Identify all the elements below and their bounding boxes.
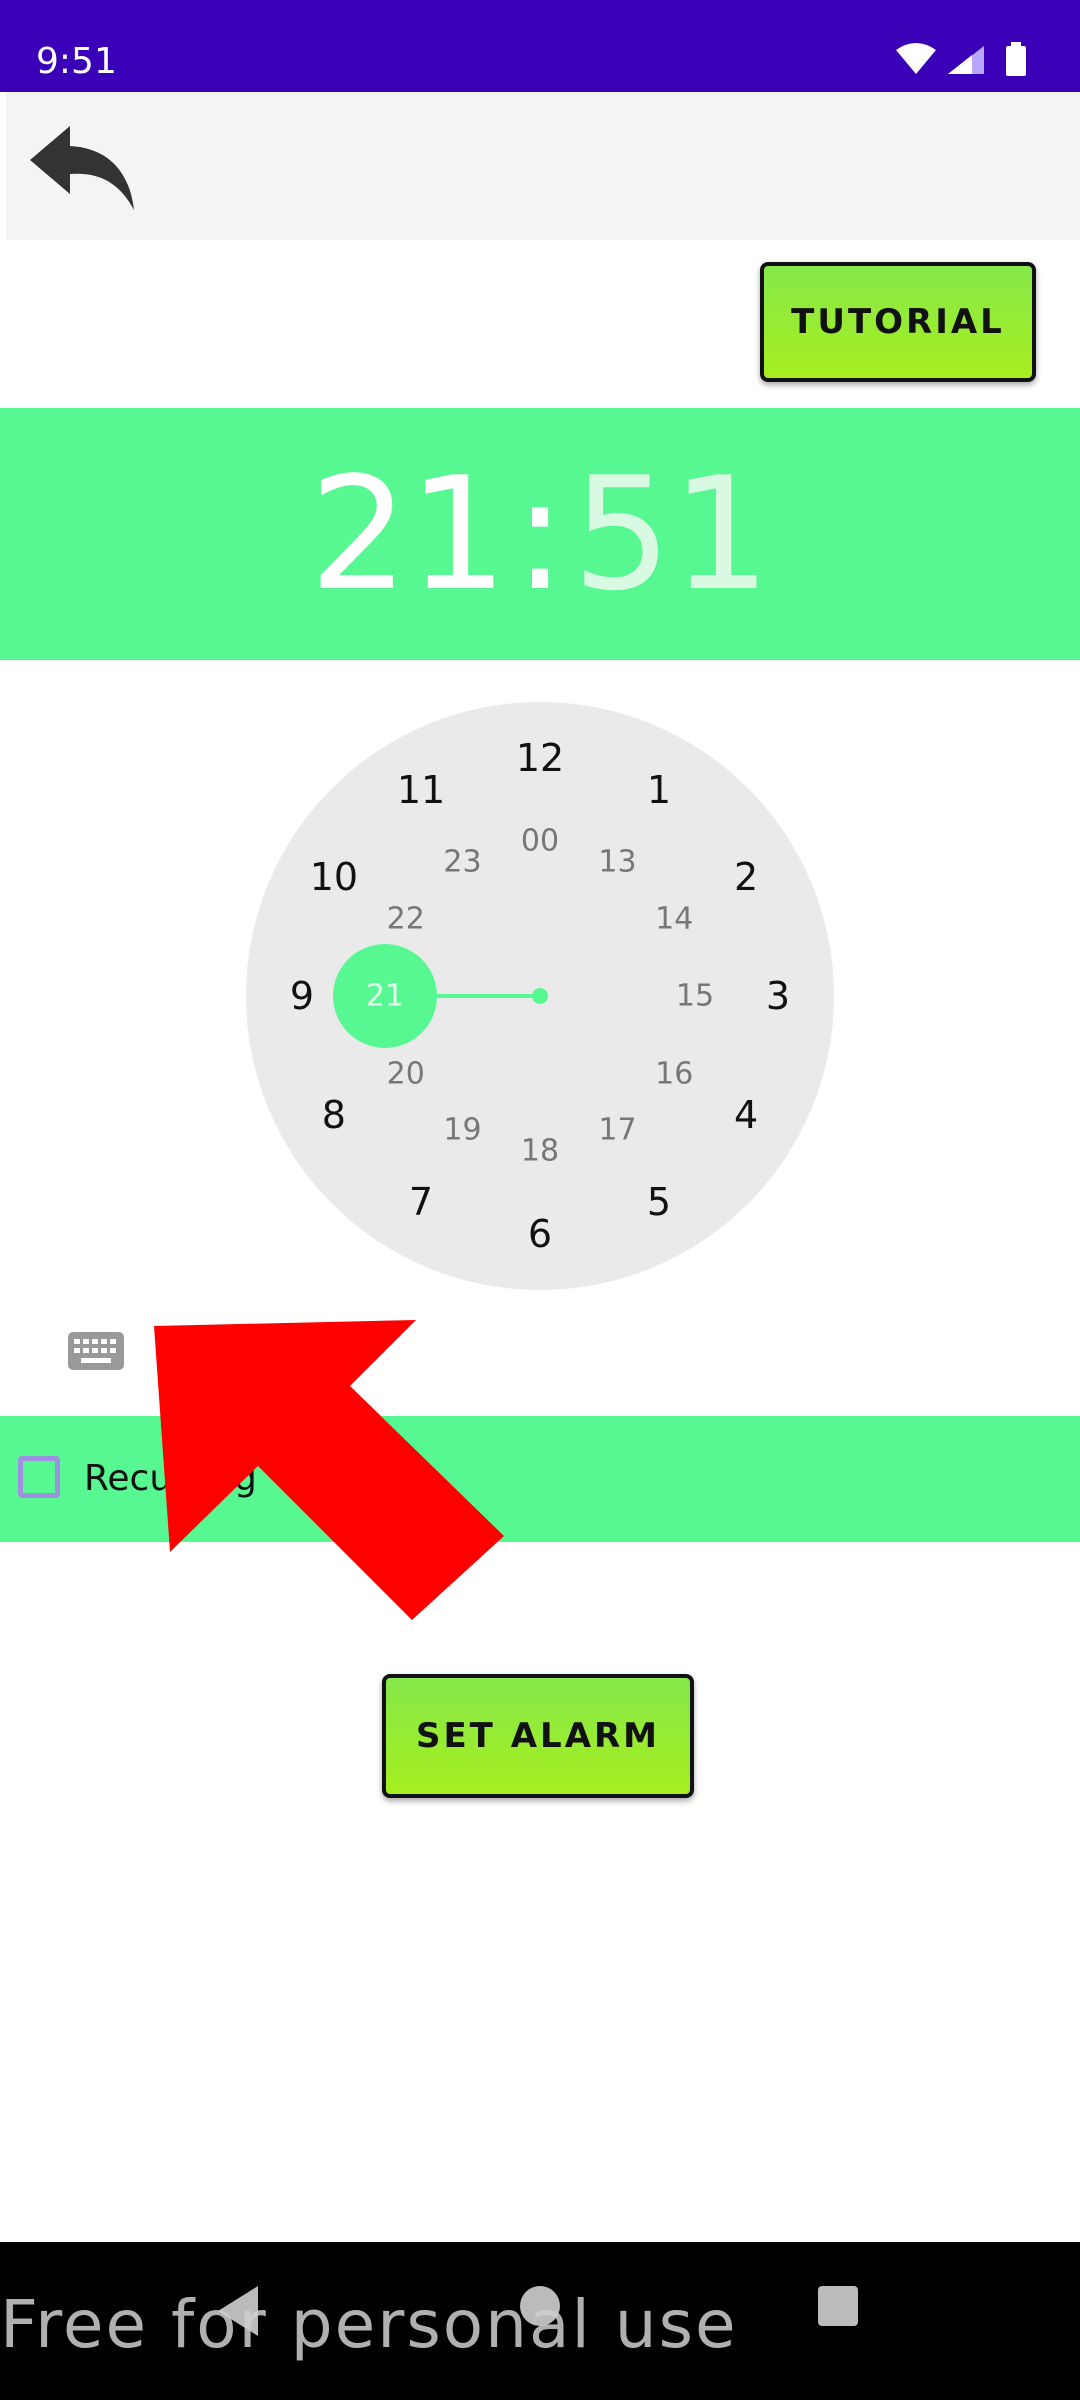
- battery-icon: [1006, 46, 1026, 76]
- status-bar: 9:51: [0, 0, 1080, 92]
- wifi-icon: [896, 43, 936, 74]
- tutorial-button[interactable]: TUTORIAL: [760, 262, 1036, 382]
- clock-hour-10[interactable]: 10: [310, 855, 358, 899]
- watermark-text: Free for personal use: [0, 2286, 738, 2363]
- clock-hour-inner-14[interactable]: 14: [655, 901, 693, 936]
- clock-hour-9[interactable]: 9: [290, 974, 314, 1018]
- clock-hour-inner-21[interactable]: 21: [366, 979, 404, 1014]
- clock-hour-12[interactable]: 12: [516, 736, 564, 780]
- time-display: 21 : 51: [0, 408, 1080, 660]
- keyboard-icon[interactable]: [68, 1330, 124, 1372]
- set-alarm-button[interactable]: SET ALARM: [382, 1674, 694, 1798]
- clock-hour-1[interactable]: 1: [647, 768, 671, 812]
- clock-hour-2[interactable]: 2: [734, 855, 758, 899]
- recurring-checkbox[interactable]: [18, 1456, 60, 1498]
- time-separator: :: [513, 443, 567, 625]
- clock-hour-inner-19[interactable]: 19: [443, 1113, 481, 1148]
- status-time: 9:51: [36, 41, 117, 82]
- clock-hour-inner-22[interactable]: 22: [387, 901, 425, 936]
- tutorial-arrow-overlay: [154, 1320, 504, 1620]
- clock-face[interactable]: 12 1 2 3 4 5 6 7 8 9 10 11 00 13 14 15 16 17 18 19 20 21 22 23: [246, 702, 834, 1290]
- clock-hour-6[interactable]: 6: [528, 1212, 552, 1256]
- clock-hour-3[interactable]: 3: [766, 974, 790, 1018]
- clock-hour-inner-13[interactable]: 13: [598, 844, 636, 879]
- clock-hour-inner-23[interactable]: 23: [443, 844, 481, 879]
- back-arrow-icon[interactable]: [26, 122, 136, 212]
- clock-hour-inner-20[interactable]: 20: [387, 1056, 425, 1091]
- minute-display[interactable]: 51: [572, 456, 771, 612]
- clock-hand: [333, 944, 548, 1048]
- clock-hour-4[interactable]: 4: [734, 1093, 758, 1137]
- clock-hour-5[interactable]: 5: [647, 1180, 671, 1224]
- clock-hour-inner-17[interactable]: 17: [598, 1113, 636, 1148]
- hour-display[interactable]: 21: [309, 456, 508, 612]
- clock-hour-11[interactable]: 11: [397, 768, 445, 812]
- clock-hour-inner-16[interactable]: 16: [655, 1056, 693, 1091]
- clock-hour-inner-18[interactable]: 18: [521, 1134, 559, 1169]
- clock-hour-inner-00[interactable]: 00: [521, 824, 559, 859]
- nav-recents-icon[interactable]: [818, 2286, 858, 2326]
- app-bar: [6, 92, 1080, 240]
- clock-hour-7[interactable]: 7: [409, 1180, 433, 1224]
- clock-hour-8[interactable]: 8: [322, 1093, 346, 1137]
- clock-hour-inner-15[interactable]: 15: [676, 979, 714, 1014]
- status-icons: [896, 42, 1026, 76]
